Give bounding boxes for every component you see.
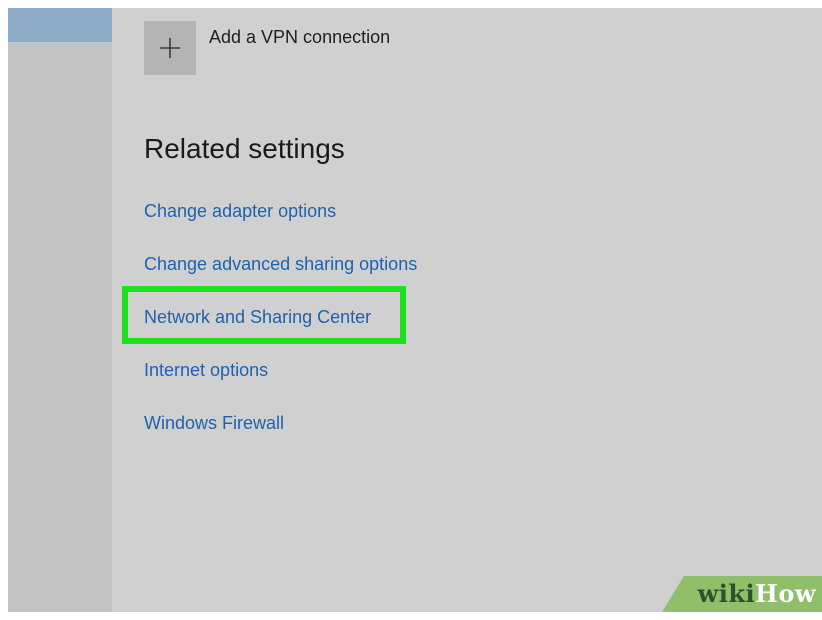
list-item: Network and Sharing Center: [144, 304, 417, 357]
wikihow-watermark: wikiHow: [698, 579, 816, 608]
list-item: Change advanced sharing options: [144, 251, 417, 304]
add-vpn-connection-button[interactable]: Add a VPN connection: [144, 21, 390, 75]
related-settings-links: Change adapter options Change advanced s…: [144, 198, 417, 463]
add-vpn-tile[interactable]: [144, 21, 196, 75]
plus-icon: [160, 38, 180, 58]
watermark-how: How: [755, 579, 816, 608]
network-and-sharing-center-link[interactable]: Network and Sharing Center: [144, 307, 371, 327]
add-vpn-label: Add a VPN connection: [209, 27, 391, 47]
sidebar-item-selected[interactable]: [8, 8, 112, 42]
internet-options-link[interactable]: Internet options: [144, 360, 268, 380]
related-settings-heading: Related settings: [144, 133, 345, 164]
list-item: Change adapter options: [144, 198, 417, 251]
sidebar: [8, 8, 112, 612]
settings-window: Add a VPN connection Related settings Ch…: [8, 8, 822, 612]
windows-firewall-link[interactable]: Windows Firewall: [144, 413, 284, 433]
watermark-wiki: wiki: [697, 579, 756, 608]
change-advanced-sharing-options-link[interactable]: Change advanced sharing options: [144, 254, 417, 274]
list-item: Internet options: [144, 357, 417, 410]
change-adapter-options-link[interactable]: Change adapter options: [144, 201, 336, 221]
main-content: Add a VPN connection Related settings Ch…: [112, 8, 822, 612]
list-item: Windows Firewall: [144, 410, 417, 463]
